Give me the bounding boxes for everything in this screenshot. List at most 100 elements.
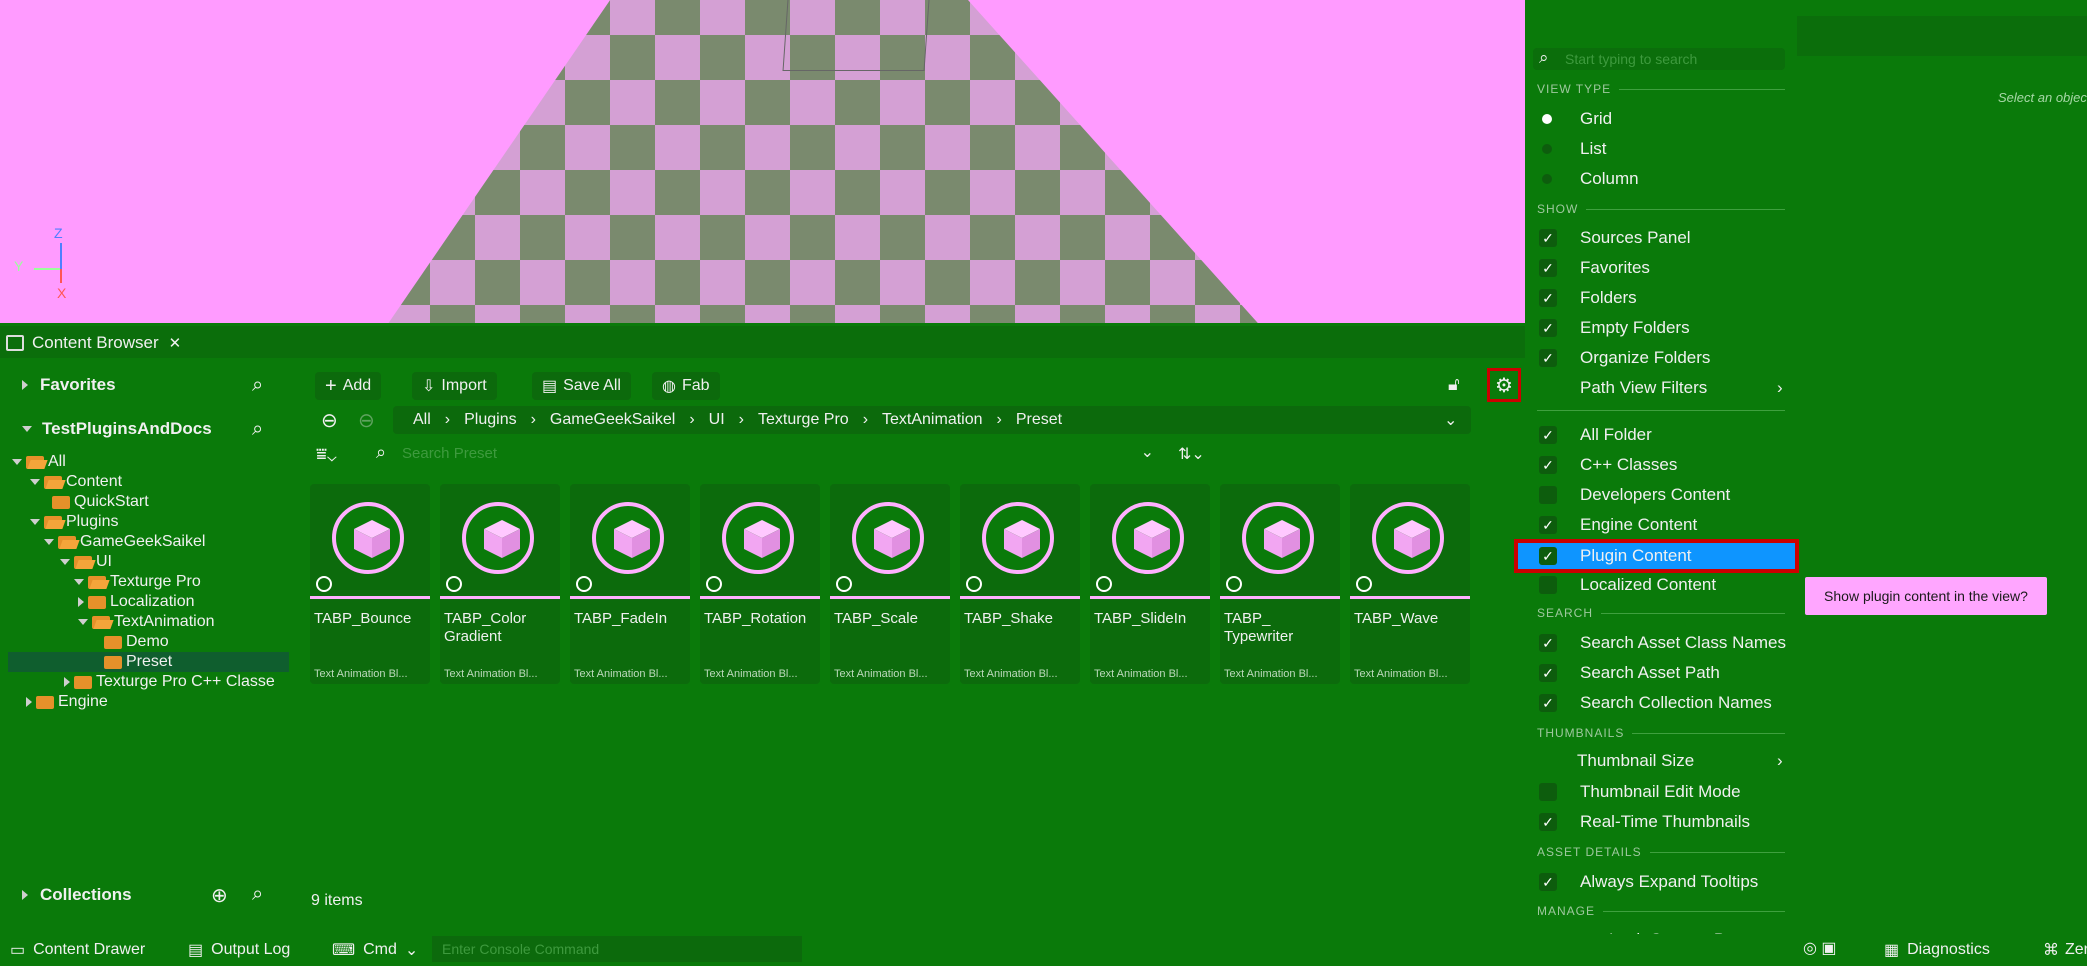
axis-z-label: Z [54, 225, 63, 241]
details-panel [1797, 0, 2087, 934]
details-tabbar [1797, 16, 2087, 56]
search-icon[interactable]: ⌕ [252, 883, 263, 906]
breadcrumb-item[interactable]: TextAnimation [882, 411, 983, 429]
favorites-header[interactable]: Favorites [22, 374, 278, 396]
menu-item-path-view-filters[interactable]: Path View Filters › [1525, 374, 1795, 402]
fab-button[interactable]: ◍ Fab [652, 372, 720, 400]
breadcrumb-item[interactable]: All [413, 411, 431, 429]
folder-icon [58, 535, 76, 549]
tree-item-plugins[interactable]: Plugins [30, 512, 118, 532]
source-control-icon[interactable]: ◎ ▣ [1803, 938, 1837, 958]
add-icon[interactable]: ⊕ [211, 883, 228, 908]
menu-item-real-time-thumbnails[interactable]: ✓ Real-Time Thumbnails [1525, 808, 1795, 836]
menu-item-always-expand-tooltips[interactable]: ✓ Always Expand Tooltips [1525, 868, 1795, 896]
menu-item-developers-content[interactable]: Developers Content [1525, 481, 1795, 509]
tree-item-content[interactable]: Content [30, 472, 122, 492]
asset-tile[interactable]: TABP_Shake Text Animation Bl... [960, 484, 1080, 684]
project-header[interactable]: TestPluginsAndDocs [22, 418, 278, 440]
breadcrumb-item[interactable]: Texturge Pro [758, 411, 849, 429]
tree-item-ui[interactable]: UI [60, 552, 112, 572]
menu-item-favorites[interactable]: ✓ Favorites [1525, 254, 1795, 282]
tree-item-gamegeeksaikel[interactable]: GameGeekSaikel [44, 532, 205, 552]
back-icon[interactable]: ⊖ [321, 408, 338, 433]
tree-item-demo[interactable]: Demo [104, 632, 169, 652]
chevron-down-icon: ⌄ [404, 942, 419, 959]
menu-item-folders[interactable]: ✓ Folders [1525, 284, 1795, 312]
section-show: SHOW [1537, 202, 1785, 216]
menu-item-cpp-classes[interactable]: ✓ C++ Classes [1525, 451, 1795, 479]
tree-item-texturge-cpp[interactable]: Texturge Pro C++ Classe [64, 672, 275, 692]
cmd-dropdown[interactable]: ⌨ Cmd ⌄ [332, 938, 418, 962]
console-input[interactable]: Enter Console Command [432, 936, 802, 962]
checkbox-checked-icon: ✓ [1539, 259, 1557, 277]
folder-tree: All Content QuickStart Plugins GameGeekS… [8, 452, 289, 710]
menu-item-search-asset-path[interactable]: ✓ Search Asset Path [1525, 659, 1795, 687]
blueprint-badge-icon [316, 576, 332, 592]
menu-item-thumbnail-edit-mode[interactable]: Thumbnail Edit Mode [1525, 778, 1795, 806]
details-hint: Select an object to vie [1998, 90, 2087, 105]
menu-item-thumbnail-size[interactable]: Thumbnail Size › [1525, 747, 1795, 775]
filter-icon[interactable]: ⩸⌄ [316, 444, 337, 465]
tree-item-texturge-pro[interactable]: Texturge Pro [74, 572, 201, 592]
search-icon[interactable]: ⌕ [252, 418, 263, 441]
asset-tile[interactable]: TABP_Bounce Text Animation Bl... [310, 484, 430, 684]
lock-icon[interactable]: 🔓︎ [1448, 374, 1460, 395]
asset-tile[interactable]: TABP_Scale Text Animation Bl... [830, 484, 950, 684]
asset-tile[interactable]: TABP_Wave Text Animation Bl... [1350, 484, 1470, 684]
tree-item-textanimation[interactable]: TextAnimation [78, 612, 215, 632]
checkbox-checked-icon: ✓ [1539, 813, 1557, 831]
forward-icon[interactable]: ⊖ [358, 408, 375, 433]
save-all-button[interactable]: ▤ Save All [532, 372, 631, 400]
asset-tile[interactable]: TABP_FadeIn Text Animation Bl... [570, 484, 690, 684]
level-viewport[interactable]: Z Y X [0, 0, 1525, 323]
asset-type: Text Animation Bl... [1354, 668, 1448, 680]
collections-header[interactable]: Collections [22, 884, 278, 906]
menu-item-engine-content[interactable]: ✓ Engine Content [1525, 511, 1795, 539]
tab-content-browser[interactable]: Content Browser ✕ [6, 330, 181, 356]
menu-item-search-asset-class-names[interactable]: ✓ Search Asset Class Names [1525, 629, 1795, 657]
breadcrumb-item[interactable]: Preset [1016, 411, 1062, 429]
menu-item-list[interactable]: List [1525, 135, 1795, 163]
search-icon[interactable]: ⌕ [252, 374, 263, 397]
asset-tile[interactable]: TABP_SlideIn Text Animation Bl... [1090, 484, 1210, 684]
asset-tile[interactable]: TABP_ Typewriter Text Animation Bl... [1220, 484, 1340, 684]
settings-search-input[interactable]: ⌕ Start typing to search [1533, 48, 1785, 70]
content-drawer-button[interactable]: ▭ Content Drawer [10, 938, 145, 962]
menu-item-search-collection-names[interactable]: ✓ Search Collection Names [1525, 689, 1795, 717]
diagnostics-button[interactable]: ▦ Diagnostics [1884, 938, 1990, 962]
menu-item-plugin-content[interactable]: ✓ Plugin Content [1514, 539, 1799, 573]
tree-item-localization[interactable]: Localization [78, 592, 195, 612]
menu-item-column[interactable]: Column [1525, 165, 1795, 193]
chevron-down-icon[interactable]: ⌄ [1444, 410, 1457, 430]
tree-item-preset[interactable]: Preset [104, 652, 172, 672]
search-input[interactable]: ⌕ Search Preset ⌄ [372, 442, 1162, 466]
checkbox-checked-icon: ✓ [1539, 634, 1557, 652]
output-log-button[interactable]: ▤ Output Log [188, 938, 290, 962]
tree-item-all[interactable]: All [12, 452, 66, 472]
menu-item-empty-folders[interactable]: ✓ Empty Folders [1525, 314, 1795, 342]
asset-tile[interactable]: TABP_Color Gradient Text Animation Bl... [440, 484, 560, 684]
breadcrumb-item[interactable]: Plugins [464, 411, 516, 429]
sort-icon[interactable]: ⇅⌄ [1178, 444, 1205, 464]
close-icon[interactable]: ✕ [169, 334, 182, 352]
chevron-right-icon: › [1777, 378, 1783, 397]
breadcrumb-item[interactable]: GameGeekSaikel [550, 411, 675, 429]
menu-item-sources-panel[interactable]: ✓ Sources Panel [1525, 224, 1795, 252]
menu-item-organize-folders[interactable]: ✓ Organize Folders [1525, 344, 1795, 372]
menu-item-grid[interactable]: Grid [1525, 105, 1795, 133]
menu-item-all-folder[interactable]: ✓ All Folder [1525, 421, 1795, 449]
import-button[interactable]: ⇩ Import [412, 372, 497, 400]
section-asset-details: ASSET DETAILS [1537, 845, 1785, 859]
checker-floor [370, 0, 1282, 323]
menu-item-localized-content[interactable]: Localized Content [1525, 571, 1795, 599]
checkbox-checked-icon: ✓ [1539, 349, 1557, 367]
asset-tile[interactable]: TABP_Rotation Text Animation Bl... [700, 484, 820, 684]
checkbox-icon [1539, 783, 1557, 801]
zen-button[interactable]: ⌘Zen [2043, 938, 2087, 962]
tree-item-engine[interactable]: Engine [26, 692, 108, 712]
settings-button[interactable]: ⚙ [1487, 368, 1521, 402]
add-button[interactable]: + Add [315, 372, 382, 400]
breadcrumb-item[interactable]: UI [709, 411, 725, 429]
asset-thumbnail [830, 484, 950, 596]
tree-item-quickstart[interactable]: QuickStart [52, 492, 149, 512]
